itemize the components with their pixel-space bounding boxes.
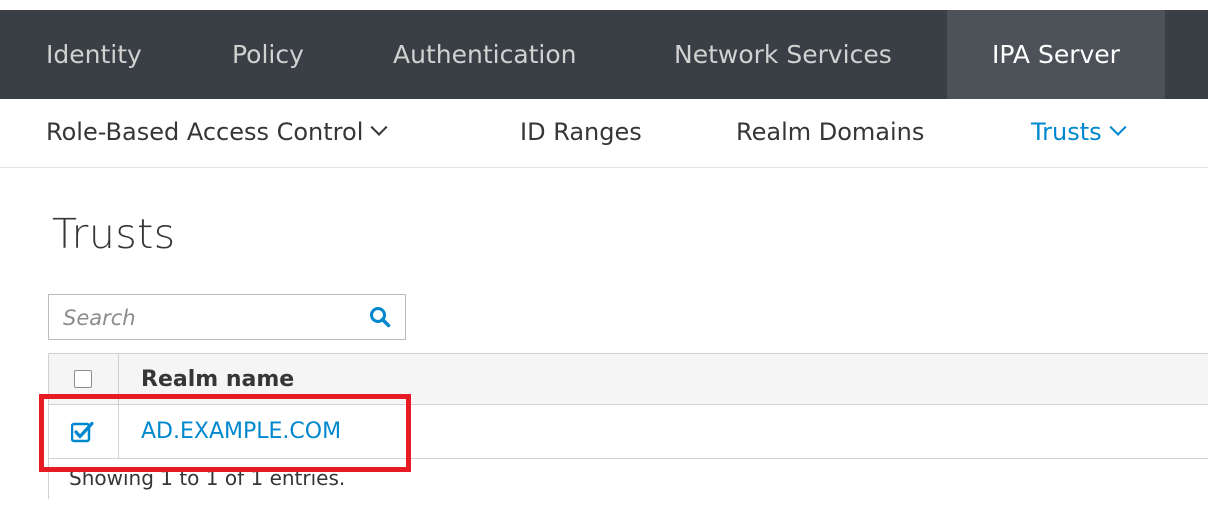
chevron-down-icon xyxy=(370,118,388,136)
chevron-down-icon xyxy=(1109,118,1127,136)
search-icon[interactable] xyxy=(369,306,391,328)
row-checkbox-cell xyxy=(49,405,119,458)
table-row: AD.EXAMPLE.COM xyxy=(48,405,1208,459)
sub-navigation: Role-Based Access Control ID Ranges Real… xyxy=(0,99,1208,168)
table-header: Realm name xyxy=(48,353,1208,405)
trusts-table: Realm name AD.EXAMPLE.COM Showing 1 to 1… xyxy=(48,353,1208,499)
topnav-item-network-services[interactable]: Network Services xyxy=(674,10,892,99)
page-title: Trusts xyxy=(52,210,176,258)
topnav-item-ipa-server[interactable]: IPA Server xyxy=(947,10,1165,99)
subnav-item-label: Trusts xyxy=(1031,118,1102,146)
search-box xyxy=(48,294,406,340)
topnav-item-authentication[interactable]: Authentication xyxy=(393,10,577,99)
checkbox-checked-icon[interactable] xyxy=(70,421,95,443)
subnav-item-label: Role-Based Access Control xyxy=(46,118,364,146)
column-header-realm-name[interactable]: Realm name xyxy=(141,354,294,406)
subnav-item-id-ranges[interactable]: ID Ranges xyxy=(520,99,642,167)
topnav-item-policy[interactable]: Policy xyxy=(232,10,304,99)
subnav-item-realm-domains[interactable]: Realm Domains xyxy=(736,99,924,167)
select-all-cell xyxy=(49,354,119,404)
active-tab-underline xyxy=(0,99,1208,102)
realm-name-link[interactable]: AD.EXAMPLE.COM xyxy=(141,405,341,459)
select-all-checkbox[interactable] xyxy=(74,370,92,388)
search-input[interactable] xyxy=(61,303,355,333)
table-footer-entries: Showing 1 to 1 of 1 entries. xyxy=(48,459,1208,499)
top-navigation: Identity Policy Authentication Network S… xyxy=(0,10,1208,99)
topnav-item-identity[interactable]: Identity xyxy=(46,10,142,99)
subnav-item-trusts[interactable]: Trusts xyxy=(1031,99,1127,167)
subnav-item-rbac[interactable]: Role-Based Access Control xyxy=(46,99,388,167)
